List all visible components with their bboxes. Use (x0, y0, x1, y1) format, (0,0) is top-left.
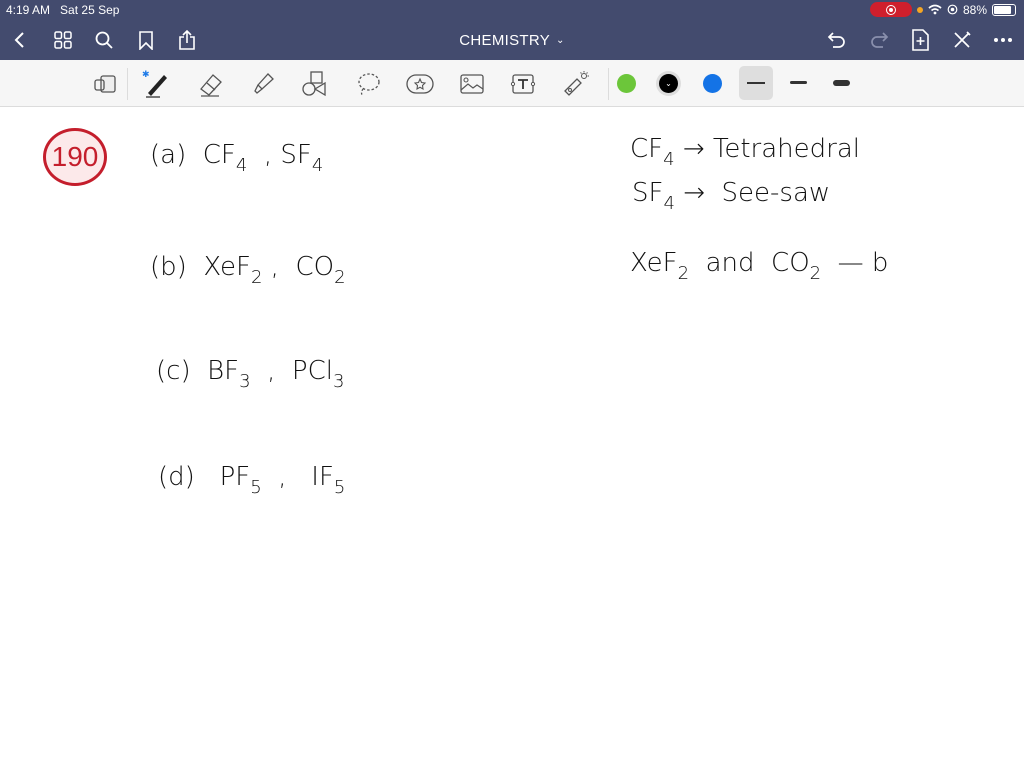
mic-indicator-icon (916, 6, 923, 13)
battery-percent: 88% (962, 2, 987, 17)
redo-button[interactable] (865, 26, 893, 54)
laser-pointer-tool[interactable] (561, 69, 591, 99)
stroke-thin-icon (747, 82, 765, 84)
shapes-icon (302, 71, 326, 97)
question-number-badge: 190 (43, 128, 107, 186)
lasso-icon (358, 73, 380, 97)
color-blue-swatch[interactable] (703, 74, 722, 93)
toolbar-divider (608, 68, 609, 100)
read-mode-tool[interactable] (90, 69, 120, 99)
stroke-thin-button[interactable] (739, 66, 773, 100)
eraser-tool[interactable] (196, 69, 226, 99)
answer-line-cf4: CF4 → Tetrahedral (630, 134, 860, 170)
highlighter-icon (254, 73, 274, 94)
svg-text:✱: ✱ (142, 70, 150, 80)
shapes-tool[interactable] (300, 69, 330, 99)
color-green-swatch[interactable] (617, 74, 636, 93)
note-canvas[interactable] (0, 107, 1024, 768)
battery-icon (992, 3, 1016, 16)
add-page-button[interactable] (906, 26, 934, 54)
more-button[interactable] (989, 26, 1017, 54)
undo-button[interactable] (823, 26, 851, 54)
close-pen-button[interactable] (948, 26, 976, 54)
sticker-icon (406, 74, 434, 94)
pen-icon: ✱ (142, 70, 167, 98)
pen-tool[interactable]: ✱ (142, 69, 172, 99)
conclusion-line: XeF2 and CO2 — b (630, 248, 889, 284)
lasso-tool[interactable] (353, 69, 383, 99)
status-bar: 4:19 AM Sat 25 Sep 88% (0, 0, 1024, 20)
more-icon (994, 38, 1012, 42)
answer-line-sf4: SF4 → See-saw (632, 178, 831, 214)
image-tool[interactable] (457, 69, 487, 99)
text-tool[interactable] (508, 69, 538, 99)
option-b: (b) XeF2 , CO2 (150, 252, 346, 288)
chevron-down-icon: ⌄ (659, 74, 678, 93)
final-answer: b (871, 248, 889, 278)
highlighter-tool[interactable] (248, 69, 278, 99)
stroke-medium-button[interactable] (790, 81, 807, 84)
toolbar-divider (127, 68, 128, 100)
screen-recording-icon[interactable] (869, 2, 912, 17)
image-icon (460, 74, 484, 94)
close-icon (954, 31, 971, 48)
option-c: (c) BF3 , PCl3 (156, 356, 345, 392)
wifi-icon (928, 4, 942, 15)
option-a: (a) CF4 , SF4 (150, 140, 324, 176)
redo-icon (871, 32, 889, 48)
option-d: (d) PF5 , IF5 (158, 462, 346, 498)
nav-bar: CHEMISTRY ⌄ (0, 20, 1024, 60)
add-page-icon (912, 29, 929, 51)
orientation-lock-icon (947, 4, 958, 15)
undo-icon (827, 32, 845, 48)
color-black-swatch[interactable]: ⌄ (656, 71, 681, 96)
drawing-toolbar: ✱ ⌄ (0, 60, 1024, 107)
eraser-icon (200, 74, 222, 97)
chevron-down-icon: ⌄ (556, 35, 565, 46)
stroke-thick-button[interactable] (833, 80, 850, 86)
read-mode-icon (94, 75, 116, 93)
status-time: 4:19 AM Sat 25 Sep (6, 3, 120, 17)
sticker-tool[interactable] (405, 69, 435, 99)
text-icon (510, 74, 536, 94)
laser-pointer-icon (564, 71, 589, 96)
